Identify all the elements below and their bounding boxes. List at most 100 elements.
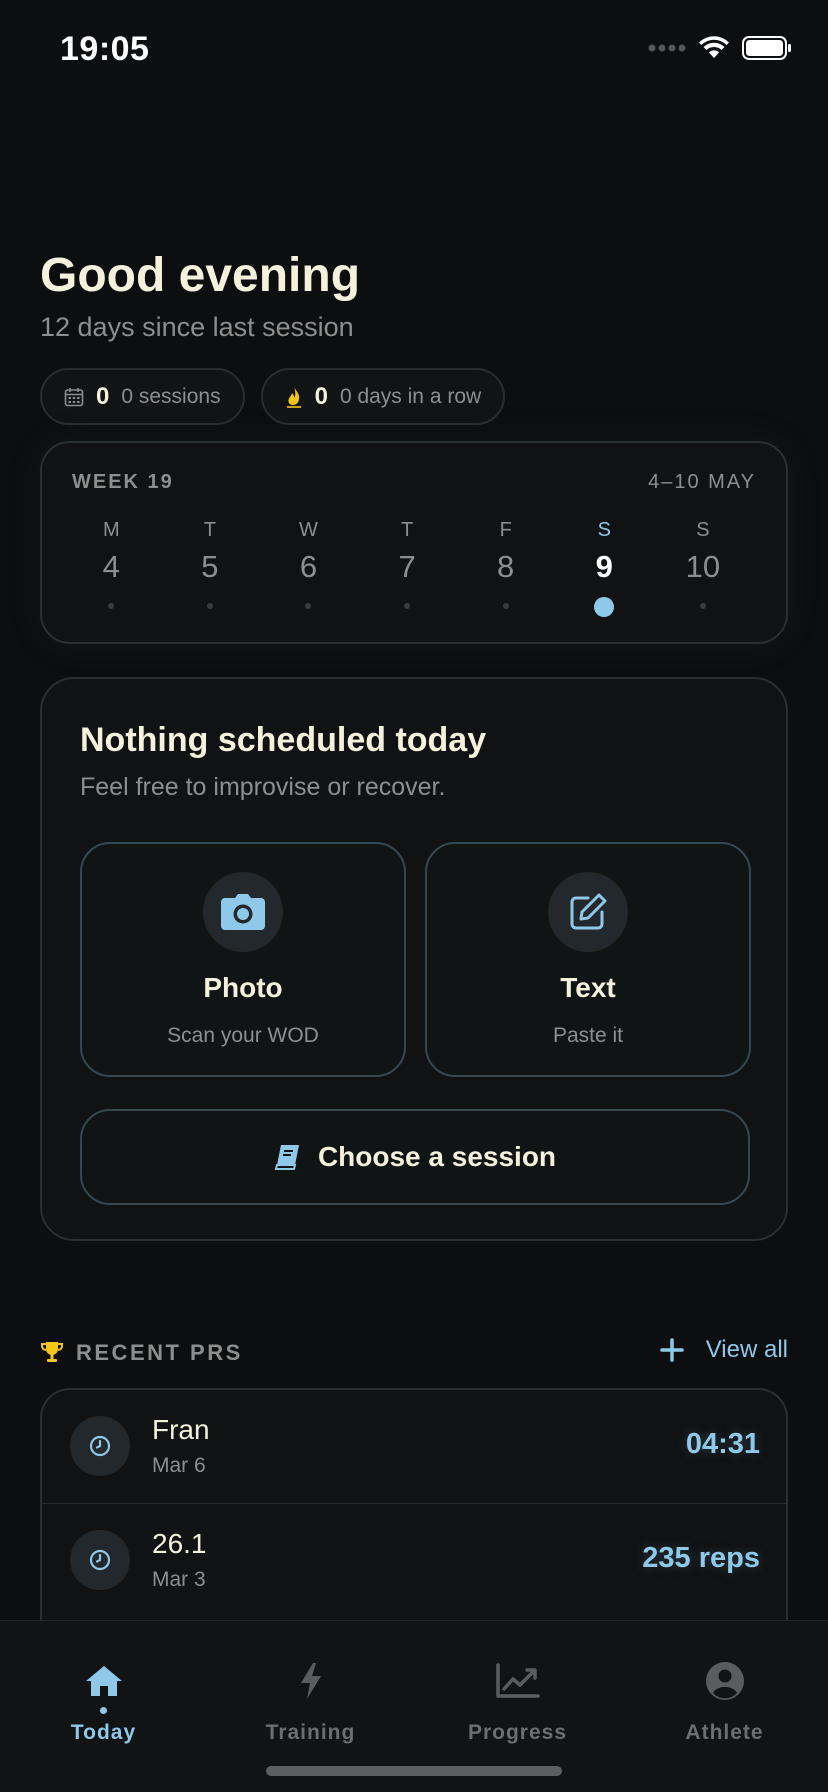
- tab-training[interactable]: Training: [207, 1657, 414, 1745]
- recent-prs-list: Fran Mar 6 04:31 26.1 Mar 3 235 reps: [40, 1388, 788, 1620]
- status-bar: 19:05: [0, 0, 828, 100]
- sessions-pill[interactable]: 0 0 sessions: [40, 368, 245, 425]
- tab-icon-wrap: [0, 1657, 207, 1705]
- tab-dot: [514, 1707, 521, 1714]
- day-letter: S: [597, 519, 611, 541]
- day-letter: T: [203, 519, 216, 541]
- today-card: Nothing scheduled today Feel free to imp…: [40, 677, 788, 1241]
- day-dot: [502, 603, 509, 609]
- tab-athlete[interactable]: Athlete: [621, 1657, 828, 1745]
- day-letter: F: [499, 519, 512, 541]
- recent-prs-header: RECENT PRS View all: [40, 1336, 788, 1372]
- streak-label: 0 days in a row: [339, 384, 482, 408]
- week-days: M4 T5 W6 T7 F8 S9 S 10: [62, 519, 770, 617]
- day-wednesday[interactable]: W6: [259, 519, 358, 617]
- text-option-title: Text: [560, 972, 616, 1003]
- day-dot: [305, 603, 312, 609]
- calendar-icon: [64, 387, 84, 406]
- photo-icon-circle: [203, 872, 283, 952]
- last-session-subtitle: 12 days since last session: [40, 312, 354, 342]
- add-pr-plus-icon[interactable]: [659, 1338, 684, 1362]
- day-friday[interactable]: F8: [456, 519, 555, 617]
- chart-icon: [495, 1663, 540, 1698]
- tab-today[interactable]: Today: [0, 1657, 207, 1745]
- text-option-subtitle: Paste it: [552, 1024, 624, 1047]
- today-title: Nothing scheduled today: [80, 721, 487, 759]
- home-icon: [85, 1666, 122, 1696]
- tab-icon-wrap: [414, 1657, 621, 1705]
- tab-label: Today: [70, 1721, 137, 1744]
- text-icon-circle: [548, 872, 628, 952]
- tab-label: Training: [265, 1721, 356, 1744]
- wifi-icon: [699, 36, 729, 58]
- lightning-icon: [300, 1663, 321, 1699]
- pr-name: Fran: [152, 1414, 210, 1445]
- pr-row[interactable]: Fran Mar 6 04:31: [42, 1390, 786, 1503]
- day-number: 6: [299, 549, 318, 584]
- streak-pill[interactable]: 0 0 days in a row: [260, 368, 506, 425]
- day-number: 8: [497, 549, 515, 584]
- user-icon: [705, 1662, 744, 1700]
- pr-date: Mar 3: [152, 1568, 206, 1591]
- day-dot: [404, 603, 411, 609]
- flame-icon: [286, 386, 301, 408]
- tab-label: Progress: [467, 1721, 568, 1744]
- active-tab-dot: [100, 1707, 107, 1714]
- day-number: 4: [102, 549, 120, 584]
- today-subtitle: Feel free to improvise or recover.: [80, 773, 446, 801]
- week-calendar-card: WEEK 19 4–10 MAY M4 T5 W6 T7 F8 S9 S 10: [40, 441, 788, 644]
- day-letter: W: [299, 519, 318, 541]
- day-tuesday[interactable]: T5: [161, 519, 260, 617]
- photo-option-title: Photo: [203, 972, 283, 1003]
- choose-session-label: Choose a session: [317, 1141, 557, 1172]
- clock-icon: [89, 1549, 111, 1571]
- recent-prs-title: RECENT PRS: [76, 1340, 243, 1365]
- sessions-label: 0 sessions: [121, 384, 221, 408]
- status-icons: [648, 36, 792, 60]
- sessions-count: 0: [96, 382, 110, 410]
- day-number: 5: [201, 549, 219, 584]
- camera-icon: [221, 894, 265, 930]
- day-dot: [699, 603, 706, 609]
- book-icon: [274, 1145, 299, 1170]
- home-indicator[interactable]: [266, 1766, 562, 1776]
- text-option-button[interactable]: Text Paste it: [425, 842, 751, 1077]
- day-monday[interactable]: M4: [62, 519, 161, 617]
- tab-dot: [307, 1707, 314, 1714]
- pr-value: 04:31: [685, 1428, 760, 1460]
- pr-row[interactable]: 26.1 Mar 3 235 reps: [42, 1503, 786, 1616]
- day-number: 10: [685, 549, 721, 584]
- trophy-icon: [41, 1342, 63, 1362]
- battery-icon: [742, 36, 791, 60]
- streak-count: 0: [314, 382, 328, 410]
- choose-session-button[interactable]: Choose a session: [80, 1109, 750, 1205]
- day-dot: [108, 603, 115, 609]
- day-thursday[interactable]: T7: [358, 519, 457, 617]
- edit-icon: [570, 893, 607, 930]
- day-letter: T: [400, 519, 414, 541]
- greeting-title: Good evening: [40, 249, 361, 302]
- pr-icon-circle: [70, 1530, 130, 1590]
- day-number: 7: [398, 549, 416, 584]
- day-saturday-selected[interactable]: S9: [555, 519, 654, 617]
- week-title: WEEK 19: [72, 471, 174, 493]
- stats-pills: 0 0 sessions 0 0 days in a row: [40, 368, 506, 425]
- tab-icon-wrap: [207, 1657, 414, 1705]
- view-all-link[interactable]: View all: [706, 1336, 788, 1364]
- tab-label: Athlete: [685, 1721, 764, 1744]
- clock-icon: [89, 1435, 111, 1457]
- today-dot: [594, 597, 615, 617]
- photo-option-subtitle: Scan your WOD: [167, 1024, 319, 1047]
- tab-progress[interactable]: Progress: [414, 1657, 621, 1745]
- day-dot: [206, 603, 213, 609]
- day-number: 9: [595, 549, 613, 584]
- day-sunday[interactable]: S 10: [654, 519, 753, 617]
- day-letter: S: [696, 519, 710, 541]
- photo-option-button[interactable]: Photo Scan your WOD: [80, 842, 406, 1077]
- pr-icon-circle: [70, 1416, 130, 1476]
- pr-name: 26.1: [152, 1528, 207, 1559]
- signal-icon: [648, 44, 686, 52]
- status-time: 19:05: [60, 30, 150, 68]
- tab-icon-wrap: [621, 1657, 828, 1705]
- tab-dot: [721, 1707, 728, 1714]
